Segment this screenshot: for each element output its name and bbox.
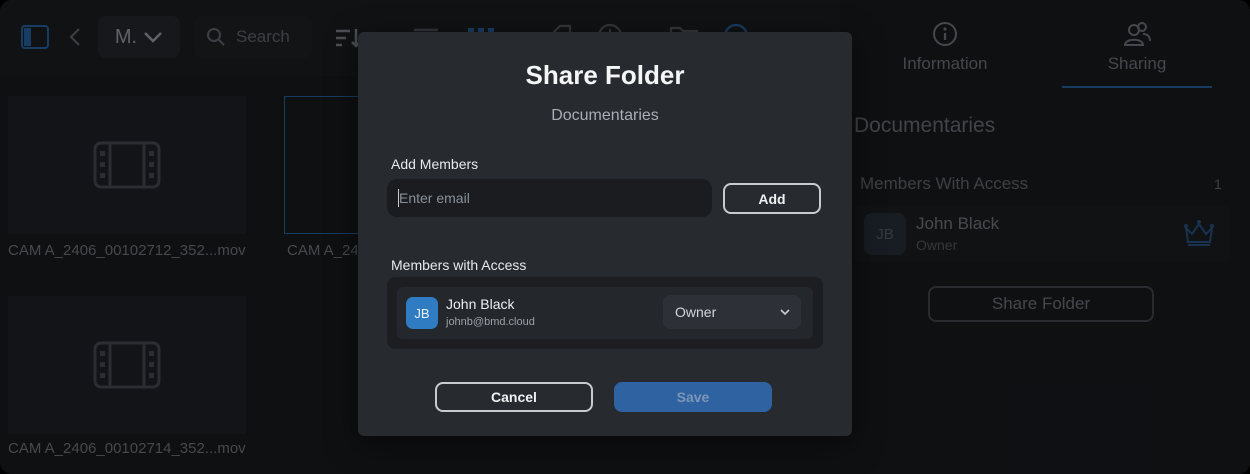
app-window: M. Search CAM A_2406_00102712_352...mov … xyxy=(0,0,1250,474)
role-dropdown-value: Owner xyxy=(675,304,717,320)
add-members-label: Add Members xyxy=(391,156,479,172)
cancel-button[interactable]: Cancel xyxy=(435,382,593,412)
member-email: johnb@bmd.cloud xyxy=(446,316,535,328)
members-list: JB John Black johnb@bmd.cloud Owner xyxy=(387,277,823,349)
role-dropdown[interactable]: Owner xyxy=(663,295,801,329)
email-input[interactable] xyxy=(387,179,712,217)
dialog-title: Share Folder xyxy=(525,60,685,90)
member-name: John Black xyxy=(446,296,515,312)
text-caret xyxy=(398,189,399,207)
avatar: JB xyxy=(406,297,438,329)
save-button[interactable]: Save xyxy=(614,382,772,412)
dialog-subtitle: Documentaries xyxy=(551,107,659,124)
list-item: JB John Black johnb@bmd.cloud Owner xyxy=(397,287,813,339)
add-member-button[interactable]: Add xyxy=(723,183,821,214)
chevron-down-icon xyxy=(780,309,790,316)
members-with-access-label: Members with Access xyxy=(391,257,527,273)
share-folder-dialog: Share Folder Documentaries Add Members A… xyxy=(358,32,852,436)
